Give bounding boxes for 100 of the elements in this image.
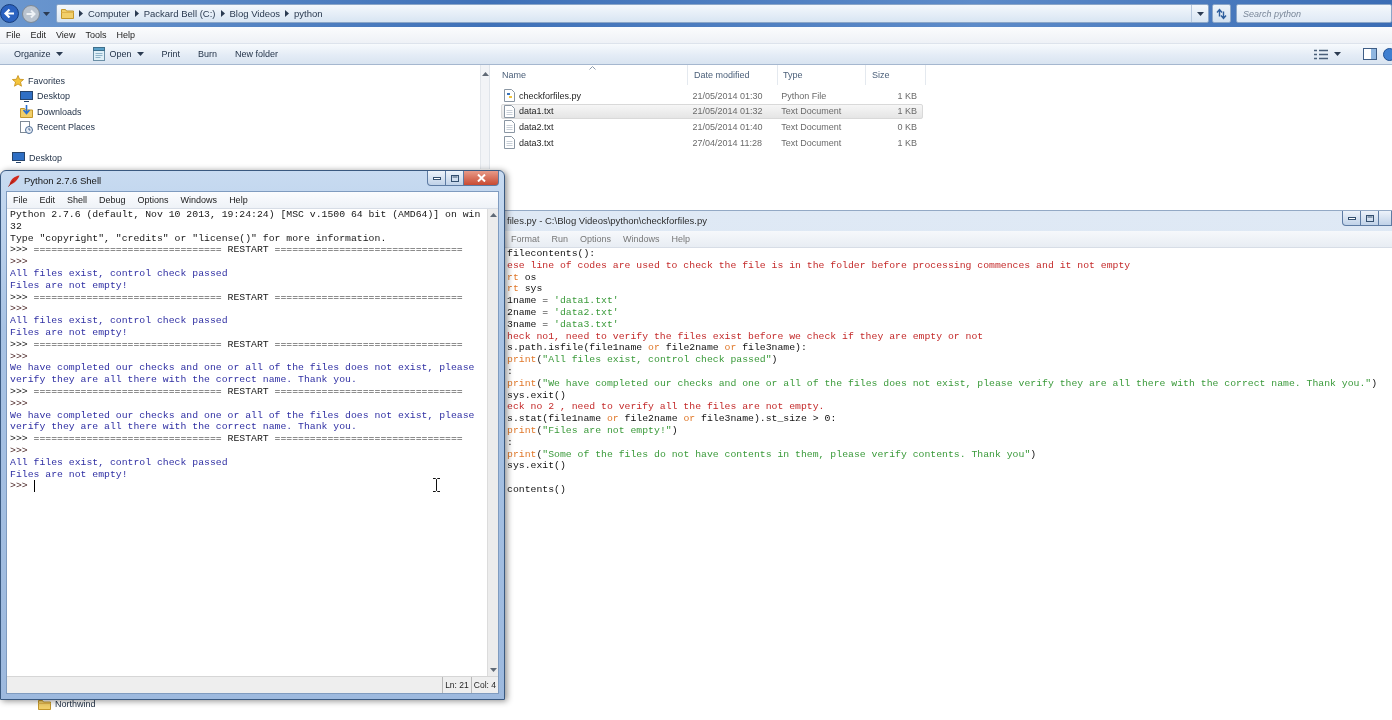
view-list-icon[interactable] bbox=[1314, 48, 1328, 60]
code-line: sys.exit() bbox=[507, 460, 566, 473]
ibeam-pointer-icon bbox=[433, 478, 440, 492]
recent-documents-icon bbox=[20, 120, 33, 134]
menu-item[interactable]: Shell bbox=[61, 195, 94, 205]
nav-item[interactable]: Desktop bbox=[0, 150, 480, 166]
preview-pane-icon[interactable] bbox=[1363, 48, 1377, 60]
sort-up-icon bbox=[588, 66, 596, 70]
menu-item[interactable]: Format bbox=[505, 234, 546, 244]
console-line: We have completed our checks and one or all of the files does not exist, please bbox=[10, 409, 475, 422]
date-cell-text: 21/05/2014 01:30 bbox=[691, 90, 764, 101]
breadcrumb[interactable]: Packard Bell (C:) bbox=[143, 8, 216, 19]
menu-item[interactable]: Options bbox=[574, 234, 618, 244]
address-bar[interactable]: Computer Packard Bell (C:) Blog Videos python bbox=[56, 4, 1209, 23]
console-line: >>> bbox=[10, 480, 28, 493]
scroll-up-icon[interactable] bbox=[489, 213, 497, 217]
search-field[interactable]: Search python bbox=[1236, 4, 1392, 23]
menu-item[interactable]: Windows bbox=[174, 195, 224, 205]
console-line: >>> bbox=[10, 444, 28, 457]
caret-right-icon bbox=[134, 10, 139, 17]
menu-item[interactable]: Help bbox=[111, 30, 140, 40]
nav-item[interactable]: Favorites bbox=[0, 73, 480, 89]
menu-item[interactable]: Edit bbox=[25, 30, 52, 40]
caret-down-icon bbox=[55, 52, 63, 56]
folder-icon bbox=[61, 8, 74, 19]
toolbar-button[interactable]: New folder bbox=[227, 45, 287, 63]
console-line: >>> bbox=[10, 350, 28, 363]
toolbar-button[interactable]: Open bbox=[84, 45, 152, 63]
file-row[interactable]: checkforfiles.py 21/05/2014 01:30 Python File 1 KB bbox=[501, 88, 923, 104]
code-line: print("Files are not empty!") bbox=[507, 424, 678, 437]
close-button[interactable] bbox=[1378, 211, 1392, 226]
menu-item[interactable]: Help bbox=[665, 234, 697, 244]
type-cell-text: Python File bbox=[780, 90, 828, 101]
file-row[interactable]: data3.txt 27/04/2014 11:28 Text Document 1 KB bbox=[501, 134, 923, 151]
console-line: All files exist, control check passed bbox=[10, 315, 228, 327]
code-line: sys.exit() bbox=[507, 389, 566, 402]
toolbar-button[interactable]: Burn bbox=[190, 45, 226, 63]
code-line: heck no1, need to verify the files exist before we check if they are empty or not bbox=[507, 330, 984, 343]
refresh-icon bbox=[1215, 7, 1228, 20]
menu-item[interactable]: File bbox=[1, 30, 26, 40]
toolbar-button[interactable]: Organize bbox=[6, 45, 71, 63]
view-caret-icon[interactable] bbox=[1334, 52, 1341, 56]
python-file-icon bbox=[504, 89, 515, 103]
console-line: Files are not empty! bbox=[10, 468, 128, 481]
menu-item[interactable]: Options bbox=[131, 195, 175, 205]
date-cell-text: 21/05/2014 01:32 bbox=[691, 106, 764, 117]
code-line: : bbox=[507, 436, 513, 449]
code-line: s.path.isfile(file1name or file2name or file3name): bbox=[507, 342, 807, 355]
console-line: We have completed our checks and one or all of the files does not exist, please bbox=[10, 362, 475, 375]
code-line: print("All files exist, control check passed") bbox=[507, 354, 778, 366]
code-line: contents() bbox=[507, 483, 566, 496]
console-line: >>> ================================ RESTART ================================ bbox=[10, 385, 463, 398]
code-line: print("Some of the files do not have contents in them, please verify contents. Thank you") bbox=[507, 448, 1037, 461]
nav-item[interactable]: Desktop bbox=[0, 88, 480, 104]
breadcrumb[interactable]: python bbox=[294, 8, 323, 19]
console-line: All files exist, control check passed bbox=[10, 268, 228, 280]
close-button[interactable] bbox=[463, 171, 499, 186]
window-title: Python 2.7.6 Shell bbox=[24, 175, 102, 186]
breadcrumb[interactable]: Blog Videos bbox=[229, 8, 281, 19]
column-header[interactable]: Name bbox=[490, 65, 688, 85]
maximize-icon bbox=[1365, 214, 1374, 222]
refresh-button[interactable] bbox=[1212, 4, 1231, 23]
menu-item[interactable]: Tools bbox=[80, 30, 112, 40]
feather-icon bbox=[8, 174, 20, 187]
column-header[interactable]: Type bbox=[778, 65, 866, 85]
help-icon[interactable] bbox=[1383, 47, 1392, 61]
size-cell-text: 1 KB bbox=[896, 106, 918, 117]
minimize-icon bbox=[1347, 216, 1356, 220]
nav-item[interactable]: Downloads bbox=[0, 104, 480, 120]
menu-item[interactable]: Debug bbox=[93, 195, 132, 205]
console-line: 32 bbox=[10, 220, 22, 233]
console-line: >>> bbox=[10, 256, 28, 268]
nav-item[interactable]: Northwind bbox=[0, 696, 480, 712]
column-header[interactable]: Date modified bbox=[688, 65, 778, 85]
menu-item[interactable]: Help bbox=[223, 195, 254, 205]
code-line: 2name = 'data2.txt' bbox=[507, 307, 619, 319]
date-cell-text: 21/05/2014 01:40 bbox=[691, 122, 764, 132]
console-line: >>> ================================ RESTART ================================ bbox=[10, 433, 463, 445]
file-row[interactable]: data2.txt 21/05/2014 01:40 Text Document 0 KB bbox=[501, 119, 923, 135]
scroll-down-icon[interactable] bbox=[489, 668, 497, 672]
menu-item[interactable]: Edit bbox=[33, 195, 62, 205]
monitor-icon bbox=[20, 90, 33, 102]
breadcrumb[interactable]: Computer bbox=[88, 8, 130, 19]
folder-icon bbox=[38, 698, 51, 710]
menu-item[interactable]: View bbox=[51, 30, 81, 40]
column-header[interactable]: Size bbox=[866, 65, 926, 85]
menu-item[interactable]: Windows bbox=[617, 234, 666, 244]
file-row[interactable]: data1.txt 21/05/2014 01:32 Text Document 1 KB bbox=[501, 103, 923, 120]
nav-item[interactable]: Recent Places bbox=[0, 119, 480, 135]
menu-item[interactable]: File bbox=[7, 195, 34, 205]
code-line: ese line of codes are used to check the file is in the folder before processing commences and it not empty bbox=[507, 259, 1131, 272]
code-line: : bbox=[507, 365, 513, 378]
monitor-icon bbox=[12, 152, 25, 164]
window-title: files.py - C:\Blog Videos\python\checkforfiles.py bbox=[507, 215, 707, 226]
console-line: Python 2.7.6 (default, Nov 10 2013, 19:24:24) [MSC v.1500 64 bit (AMD64)] on win bbox=[10, 209, 481, 221]
scroll-up-icon[interactable] bbox=[481, 72, 489, 76]
code-line: rt os bbox=[507, 271, 537, 284]
recent-pages-caret-icon[interactable] bbox=[43, 11, 50, 16]
menu-item[interactable]: Run bbox=[545, 234, 575, 244]
toolbar-button[interactable]: Print bbox=[153, 45, 189, 63]
